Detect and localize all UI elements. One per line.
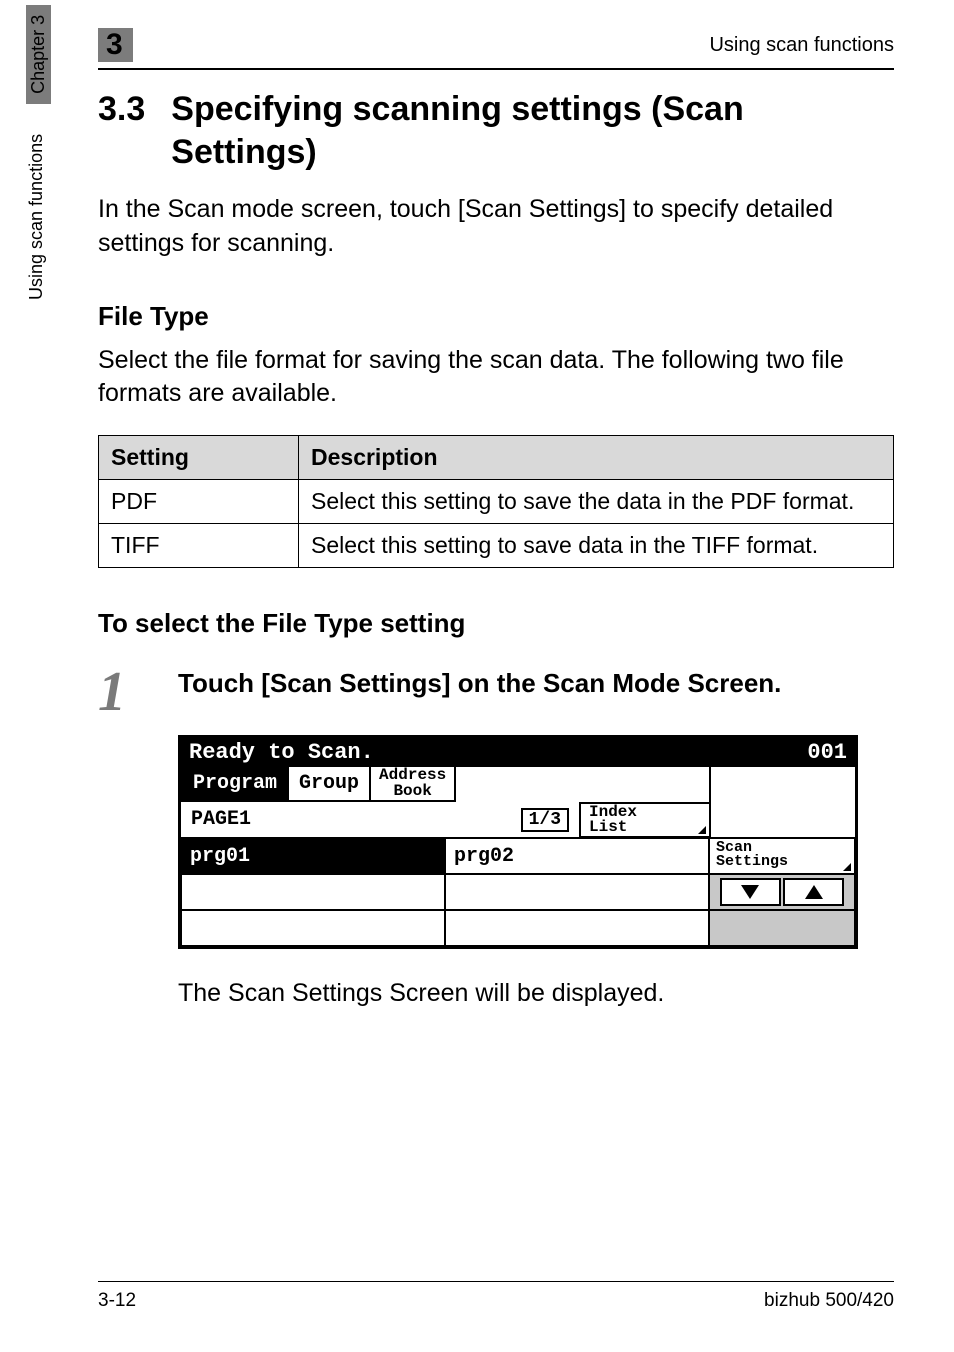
scan-settings-button[interactable]: Scan Settings	[708, 837, 856, 875]
col-setting: Setting	[99, 436, 299, 480]
tab-program[interactable]: Program	[181, 767, 289, 801]
blank-area	[708, 909, 856, 947]
col-description: Description	[299, 436, 894, 480]
procedure-heading: To select the File Type setting	[98, 608, 894, 639]
page-number: 3-12	[98, 1290, 136, 1312]
filetype-desc: Select the file format for saving the sc…	[98, 344, 894, 412]
section-title: 3.3 Specifying scanning settings (Scan S…	[98, 88, 894, 173]
scan-mode-screen: Ready to Scan. 001 Program Group Address…	[178, 735, 858, 949]
arrow-down-icon	[741, 885, 759, 899]
program-slot-empty[interactable]	[444, 909, 710, 947]
setting-name: PDF	[99, 480, 299, 524]
scroll-up-button[interactable]	[783, 878, 844, 906]
setting-desc: Select this setting to save the data in …	[299, 480, 894, 524]
running-head: Using scan functions	[709, 34, 894, 57]
status-text: Ready to Scan.	[189, 740, 374, 765]
table-row: TIFF Select this setting to save data in…	[99, 524, 894, 568]
tab-address-book[interactable]: Address Book	[369, 767, 456, 801]
step-result: The Scan Settings Screen will be display…	[178, 979, 894, 1008]
scroll-arrows	[708, 873, 856, 911]
program-slot-empty[interactable]	[180, 873, 446, 911]
step-1: 1 Touch [Scan Settings] on the Scan Mode…	[98, 667, 894, 717]
page-indicator: 1/3	[521, 808, 569, 832]
tab-group[interactable]: Group	[287, 767, 371, 801]
arrow-up-icon	[805, 885, 823, 899]
page-header: 3 Using scan functions	[98, 28, 894, 70]
program-slot-prg02[interactable]: prg02	[444, 837, 710, 875]
section-heading: Specifying scanning settings (Scan Setti…	[171, 88, 894, 173]
program-slot-prg01[interactable]: prg01	[180, 837, 446, 875]
setting-desc: Select this setting to save data in the …	[299, 524, 894, 568]
model-name: bizhub 500/420	[764, 1290, 894, 1312]
filetype-heading: File Type	[98, 301, 894, 332]
side-section-label: Using scan functions	[26, 134, 51, 300]
step-number: 1	[98, 667, 150, 717]
section-number: 3.3	[98, 88, 145, 173]
program-slot-empty[interactable]	[444, 873, 710, 911]
program-slot-empty[interactable]	[180, 909, 446, 947]
section-intro: In the Scan mode screen, touch [Scan Set…	[98, 193, 894, 261]
side-chapter-label: Chapter 3	[26, 5, 51, 104]
filetype-table: Setting Description PDF Select this sett…	[98, 435, 894, 568]
index-list-button[interactable]: Index List	[579, 802, 709, 838]
counter: 001	[807, 740, 847, 765]
page-footer: 3-12 bizhub 500/420	[98, 1281, 894, 1312]
setting-name: TIFF	[99, 524, 299, 568]
scroll-down-button[interactable]	[720, 878, 781, 906]
table-row: PDF Select this setting to save the data…	[99, 480, 894, 524]
chapter-number: 3	[98, 28, 133, 62]
step-text: Touch [Scan Settings] on the Scan Mode S…	[178, 667, 781, 717]
page-label: PAGE1	[191, 808, 251, 831]
